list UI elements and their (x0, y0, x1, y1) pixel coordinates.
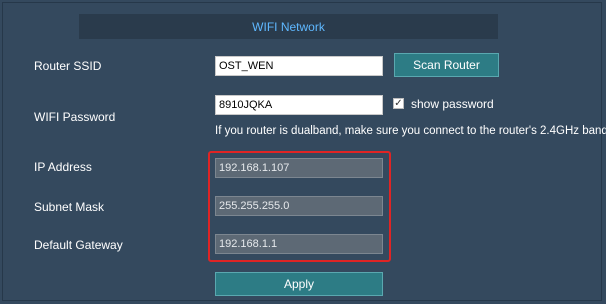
scan-router-button[interactable]: Scan Router (394, 53, 499, 77)
default-gateway-label: Default Gateway (34, 238, 123, 252)
router-ssid-input[interactable] (215, 56, 383, 76)
default-gateway-input[interactable] (215, 234, 383, 254)
scan-router-button-label: Scan Router (413, 58, 480, 72)
apply-button[interactable]: Apply (215, 272, 383, 296)
wifi-password-input[interactable] (215, 95, 383, 115)
section-header: WIFI Network (79, 14, 498, 39)
ip-address-input[interactable] (215, 158, 383, 178)
ip-address-label: IP Address (34, 160, 92, 174)
subnet-mask-input[interactable] (215, 196, 383, 216)
checkmark-icon: ✓ (394, 97, 403, 109)
settings-panel (2, 2, 602, 301)
section-title: WIFI Network (252, 19, 325, 34)
router-ssid-label: Router SSID (34, 59, 102, 73)
subnet-mask-label: Subnet Mask (34, 200, 105, 214)
wifi-password-label: WIFI Password (34, 110, 116, 124)
apply-button-label: Apply (283, 277, 315, 291)
show-password-label: show password (411, 97, 494, 111)
show-password-checkbox[interactable]: ✓ (393, 98, 404, 109)
dualband-hint: If you router is dualband, make sure you… (215, 125, 606, 137)
